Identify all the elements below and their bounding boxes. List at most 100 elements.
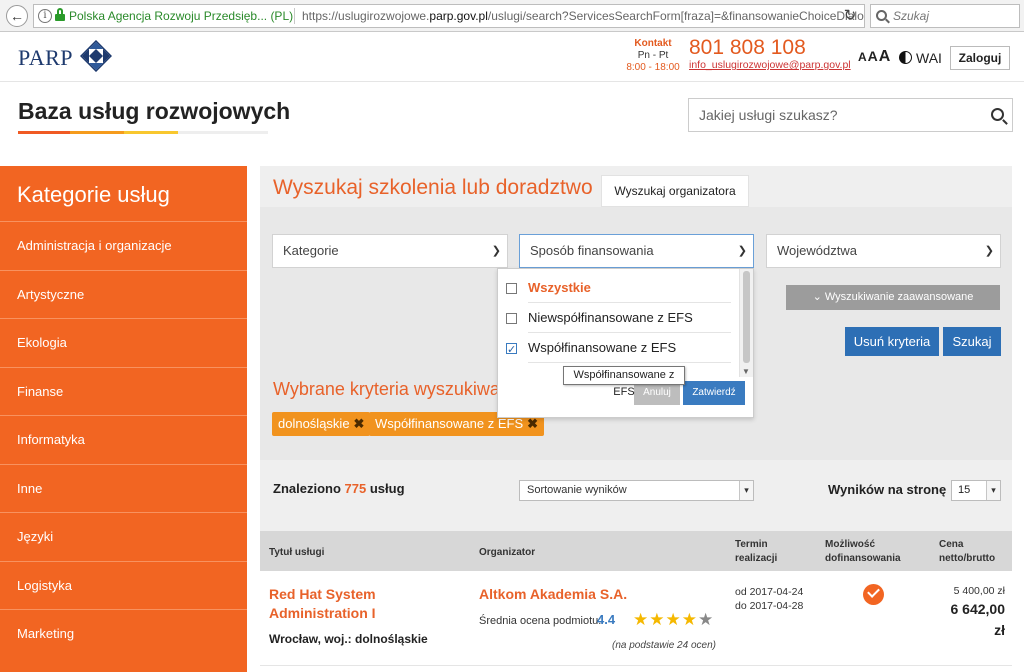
sidebar-item-artystyczne[interactable]: Artystyczne xyxy=(0,269,247,319)
financing-select[interactable]: Sposób finansowania ❯ xyxy=(519,234,754,268)
sidebar-item-logistyka[interactable]: Logistyka xyxy=(0,560,247,610)
financing-select-value: Sposób finansowania xyxy=(530,243,654,258)
option-efs[interactable]: Współfinansowane z EFS xyxy=(498,333,738,365)
option-label: Współfinansowane z EFS xyxy=(528,340,677,355)
browser-search-field[interactable]: Szukaj xyxy=(870,4,1020,28)
voivodeship-select[interactable]: Województwa ❯ xyxy=(766,234,1001,268)
chip-label: dolnośląskie xyxy=(278,416,350,431)
column-price-line2: netto/brutto xyxy=(939,553,996,564)
chevron-down-icon: ❯ xyxy=(491,245,501,257)
price-gross: 6 642,00 xyxy=(950,601,1006,617)
remove-icon[interactable]: ✖ xyxy=(527,416,538,431)
url-divider xyxy=(294,8,295,24)
tab-search-organizer[interactable]: Wyszukaj organizatora xyxy=(601,175,749,207)
header-divider xyxy=(0,81,1024,82)
parp-logo[interactable]: PARP xyxy=(18,40,113,72)
results-count: Znaleziono 775 usług xyxy=(273,481,405,496)
sidebar-item-jezyki[interactable]: Języki xyxy=(0,512,247,561)
price-net: 5 400,00 zł xyxy=(953,585,1005,597)
browser-toolbar: ← i Polska Agencja Rozwoju Przedsięb... … xyxy=(0,0,1024,32)
option-label: Wszystkie xyxy=(528,280,591,295)
checkbox[interactable] xyxy=(506,313,517,324)
login-button[interactable]: Zaloguj xyxy=(950,46,1010,70)
rating-label: Średnia ocena podmiotu: xyxy=(479,615,602,627)
font-size-large[interactable]: A xyxy=(879,48,891,65)
option-tooltip: Współfinansowane z EFS xyxy=(563,366,685,398)
search-icon xyxy=(876,10,887,21)
chevron-down-icon: ⌄ xyxy=(812,291,825,303)
tab-search-courses[interactable]: Wyszukaj szkolenia lub doradztwo xyxy=(273,176,593,200)
option-non-efs[interactable]: Niewspółfinansowane z EFS xyxy=(498,303,738,333)
sidebar-item-inne[interactable]: Inne xyxy=(0,463,247,513)
clear-criteria-button[interactable]: Usuń kryteria xyxy=(845,327,939,356)
search-button[interactable]: Szukaj xyxy=(943,327,1001,356)
chevron-down-icon: ❯ xyxy=(984,245,994,257)
option-label: Niewspółfinansowane z EFS xyxy=(528,310,693,325)
column-organizer[interactable]: Organizator xyxy=(479,546,535,560)
per-page-value: 15 xyxy=(958,484,971,496)
category-select[interactable]: Kategorie ❯ xyxy=(272,234,508,268)
selected-criteria-heading: Wybrane kryteria wyszukiwania xyxy=(273,379,524,399)
dropdown-scrollbar[interactable]: ▼ xyxy=(739,269,753,377)
sidebar-item-ekologia[interactable]: Ekologia xyxy=(0,318,247,367)
star-rating-icon: ★★★★★ xyxy=(633,610,714,630)
back-arrow-icon[interactable]: ← xyxy=(6,5,28,27)
address-bar[interactable]: i Polska Agencja Rozwoju Przedsięb... (P… xyxy=(33,4,865,28)
site-identity[interactable]: Polska Agencja Rozwoju Przedsięb... (PL) xyxy=(69,5,293,27)
course-title-link[interactable]: Red Hat System Administration I xyxy=(269,585,449,623)
rating-basis: (na podstawie 24 ocen) xyxy=(612,640,716,651)
phone-number[interactable]: 801 808 108 xyxy=(689,36,806,60)
checkbox[interactable] xyxy=(506,283,517,294)
contact-days: Pn - Pt xyxy=(637,50,669,61)
sidebar-title: Kategorie usług xyxy=(17,182,170,207)
scrollbar-thumb[interactable] xyxy=(743,271,750,363)
option-all[interactable]: Wszystkie xyxy=(498,273,738,303)
contact-label: Kontakt xyxy=(634,38,672,49)
column-funding[interactable]: Możliwość dofinansowania xyxy=(825,538,901,566)
stars-full: ★★★★ xyxy=(633,610,698,629)
remove-icon[interactable]: ✖ xyxy=(354,416,365,431)
url-text[interactable]: https://uslugirozwojowe.parp.gov.pl/uslu… xyxy=(302,5,864,27)
font-size-medium[interactable]: A xyxy=(868,48,878,64)
per-page-select[interactable]: 15 ▾ xyxy=(951,480,1001,501)
service-search-input[interactable]: Jakiej usługi szukasz? xyxy=(688,98,1013,132)
browser-search-placeholder: Szukaj xyxy=(893,9,930,23)
sidebar-item-marketing[interactable]: Marketing xyxy=(0,609,247,658)
chevron-down-icon: ❯ xyxy=(737,245,747,257)
column-price-line1: Cena xyxy=(939,539,964,550)
column-term-line2: realizacji xyxy=(735,553,778,564)
contact-hours: 8:00 - 18:00 xyxy=(626,62,680,73)
contrast-icon[interactable] xyxy=(899,51,912,64)
service-search-placeholder: Jakiej usługi szukasz? xyxy=(699,107,838,123)
chip-label: Współfinansowane z EFS xyxy=(375,416,524,431)
confirm-button[interactable]: Zatwierdź xyxy=(683,381,745,405)
url-prefix: https://uslugirozwojowe. xyxy=(302,9,430,23)
sort-select[interactable]: Sortowanie wyników ▾ xyxy=(519,480,754,501)
email-link[interactable]: info_uslugirozwojowe@parp.gov.pl xyxy=(689,59,851,71)
sidebar-item-finanse[interactable]: Finanse xyxy=(0,366,247,416)
info-icon[interactable]: i xyxy=(38,9,52,23)
font-size-small[interactable]: A xyxy=(858,50,867,64)
column-funding-line1: Możliwość xyxy=(825,539,876,550)
organizer-link[interactable]: Altkom Akademia S.A. xyxy=(479,586,627,602)
column-price[interactable]: Cena netto/brutto xyxy=(939,538,995,566)
column-title[interactable]: Tytuł usługi xyxy=(269,546,324,560)
advanced-search-button[interactable]: ⌄ Wyszukiwanie zaawansowane xyxy=(786,285,1000,310)
date-from: od 2017-04-24 xyxy=(735,586,804,598)
course-dates: od 2017-04-24 do 2017-04-28 xyxy=(735,585,803,613)
sidebar-item-administracja[interactable]: Administracja i organizacje xyxy=(0,221,247,270)
found-prefix: Znaleziono xyxy=(273,481,341,496)
category-sidebar: Kategorie usług Administracja i organiza… xyxy=(0,166,247,672)
column-term[interactable]: Termin realizacji xyxy=(735,538,777,566)
site-title[interactable]: Baza usług rozwojowych xyxy=(18,98,290,125)
checkbox-checked[interactable] xyxy=(506,335,517,365)
reload-icon[interactable]: ↻ xyxy=(840,6,860,26)
scroll-down-icon[interactable]: ▼ xyxy=(742,367,750,376)
search-icon[interactable] xyxy=(991,108,1004,121)
column-funding-line2: dofinansowania xyxy=(825,553,901,564)
wai-link[interactable]: WAI xyxy=(916,50,942,66)
url-suffix: /uslugi/search?ServicesSearchForm[fraza]… xyxy=(487,9,864,23)
sidebar-item-informatyka[interactable]: Informatyka xyxy=(0,415,247,464)
criteria-chip[interactable]: dolnośląskie ✖ xyxy=(272,412,371,436)
title-underline xyxy=(18,131,268,134)
